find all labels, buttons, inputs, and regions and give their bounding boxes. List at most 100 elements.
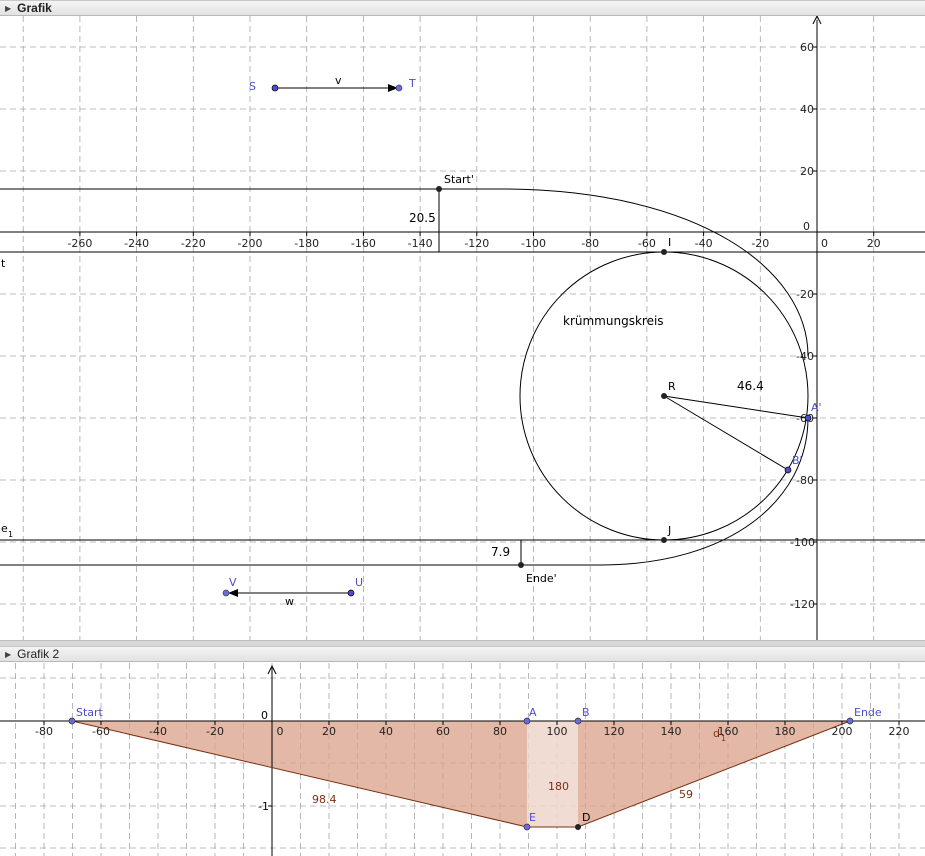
start-curve[interactable] bbox=[439, 188, 809, 357]
line-e1-label: e bbox=[1, 522, 8, 535]
point-e-label: E bbox=[529, 811, 536, 824]
grid bbox=[0, 16, 925, 640]
x-tick-label: 140 bbox=[661, 725, 682, 738]
point-ende[interactable] bbox=[518, 562, 524, 568]
end-height-value: 7.9 bbox=[491, 545, 510, 559]
y-tick-label: -20 bbox=[796, 288, 814, 301]
point-e[interactable] bbox=[523, 823, 531, 831]
point-d-label: D bbox=[582, 811, 590, 824]
point-a[interactable] bbox=[804, 414, 812, 422]
segment-right-label: 59 bbox=[679, 788, 693, 801]
x-tick-label: 220 bbox=[889, 725, 910, 738]
origin-label: 0 bbox=[803, 220, 810, 233]
line-t-label: t bbox=[1, 257, 6, 270]
point-a-label: A bbox=[529, 706, 537, 719]
y-tick-label: -80 bbox=[796, 474, 814, 487]
radius-line-b[interactable] bbox=[663, 395, 789, 471]
x-axis-ticks: -260 -240 -220 -200 -180 -160 -140 -120 -100 -80-… bbox=[67, 232, 881, 250]
x-tick-label: 0 bbox=[277, 725, 284, 738]
y-tick-label: -1 bbox=[258, 800, 269, 813]
point-start[interactable] bbox=[68, 717, 76, 725]
x-tick-label: -80 bbox=[35, 725, 53, 738]
curvature-circle-label: krümmungskreis bbox=[563, 314, 664, 328]
x-tick-label: -60 bbox=[638, 237, 656, 250]
line-d1-subscript: 1 bbox=[721, 734, 726, 743]
x-tick-label: 180 bbox=[775, 725, 796, 738]
point-ende[interactable] bbox=[846, 717, 854, 725]
line-d1-label: d bbox=[713, 727, 720, 740]
x-tick-label: -240 bbox=[124, 237, 149, 250]
radius-line-a[interactable] bbox=[663, 395, 809, 419]
x-tick-label: -100 bbox=[521, 237, 546, 250]
point-ende-label: Ende bbox=[854, 706, 882, 719]
y-tick-label: -40 bbox=[796, 350, 814, 363]
point-r-label: R bbox=[668, 380, 676, 393]
point-j[interactable] bbox=[661, 537, 667, 543]
x-tick-label: -20 bbox=[206, 725, 224, 738]
collapse-triangle-icon[interactable]: ▶ bbox=[5, 4, 11, 13]
x-tick-label: -120 bbox=[464, 237, 489, 250]
x-tick-label: 20 bbox=[867, 237, 881, 250]
point-s-label: S bbox=[249, 80, 256, 93]
point-i[interactable] bbox=[661, 249, 667, 255]
graphics2-panel-header[interactable]: ▶ Grafik 2 bbox=[0, 646, 925, 662]
point-d[interactable] bbox=[575, 824, 581, 830]
y-tick-label: -100 bbox=[790, 536, 815, 549]
point-a-label: A' bbox=[811, 401, 822, 414]
x-tick-label: -220 bbox=[181, 237, 206, 250]
line-e1-subscript: 1 bbox=[8, 530, 13, 539]
point-start-label: Start' bbox=[444, 173, 474, 186]
graphics-view-2[interactable]: -80 -60 -40 -20 0 20 40 60 80 100 120 140 160 180 200 2… bbox=[0, 663, 925, 856]
point-j-label: J bbox=[667, 524, 671, 537]
x-tick-label: -80 bbox=[581, 237, 599, 250]
vector-v-label: v bbox=[335, 74, 342, 87]
y-axis-labels: 60 40 20 0 -20 -40 -60 -80 -100 -120 bbox=[790, 41, 815, 611]
segment-middle-label: 180 bbox=[548, 780, 569, 793]
x-tick-label: -40 bbox=[695, 237, 713, 250]
point-t-label: T bbox=[408, 77, 416, 90]
vector-w-label: w bbox=[285, 595, 294, 608]
y-tick-label: 60 bbox=[800, 41, 814, 54]
point-b[interactable] bbox=[784, 466, 792, 474]
point-b[interactable] bbox=[574, 717, 582, 725]
point-t[interactable] bbox=[395, 84, 403, 92]
x-tick-label: -160 bbox=[351, 237, 376, 250]
y-tick-label: 40 bbox=[800, 103, 814, 116]
graphics-view-1[interactable]: -260 -240 -220 -200 -180 -160 -140 -120 -100 -80-… bbox=[0, 16, 925, 640]
point-v[interactable] bbox=[222, 589, 230, 597]
point-i-label: I bbox=[668, 236, 671, 249]
point-start[interactable] bbox=[436, 186, 442, 192]
start-height-value: 20.5 bbox=[409, 211, 436, 225]
x-tick-label: 120 bbox=[604, 725, 625, 738]
y-tick-label: -120 bbox=[790, 598, 815, 611]
x-tick-label: -260 bbox=[67, 237, 92, 250]
x-tick-label: -40 bbox=[149, 725, 167, 738]
x-tick-label: 20 bbox=[322, 725, 336, 738]
point-r[interactable] bbox=[661, 393, 667, 399]
x-tick-label: -200 bbox=[238, 237, 263, 250]
x-tick-label: -20 bbox=[751, 237, 769, 250]
x-tick-label: 0 bbox=[821, 237, 828, 250]
x-tick-label: 40 bbox=[379, 725, 393, 738]
y-tick-label: 0 bbox=[261, 709, 268, 722]
x-tick-label: -140 bbox=[408, 237, 433, 250]
point-start-label: Start bbox=[76, 706, 104, 719]
x-tick-label: 80 bbox=[493, 725, 507, 738]
point-b-label: B bbox=[582, 706, 590, 719]
x-tick-label: 60 bbox=[436, 725, 450, 738]
panel-title: Grafik bbox=[17, 1, 52, 15]
panel-title: Grafik 2 bbox=[17, 647, 60, 661]
point-u[interactable] bbox=[347, 589, 355, 597]
points: S T U V Start' Ende' I J R A' B' bbox=[222, 77, 822, 597]
x-tick-label: -180 bbox=[294, 237, 319, 250]
point-v-label: V bbox=[229, 576, 237, 589]
graphics-panel-header[interactable]: ▶ Grafik bbox=[0, 0, 925, 16]
y-axis-ticks bbox=[813, 46, 817, 605]
x-tick-label: -60 bbox=[92, 725, 110, 738]
collapse-triangle-icon[interactable]: ▶ bbox=[5, 650, 11, 659]
segment-left-label: 98.4 bbox=[312, 793, 337, 806]
y-tick-label: 20 bbox=[800, 165, 814, 178]
point-ende-label: Ende' bbox=[526, 572, 557, 585]
point-s[interactable] bbox=[271, 84, 279, 92]
x-tick-label: 100 bbox=[547, 725, 568, 738]
